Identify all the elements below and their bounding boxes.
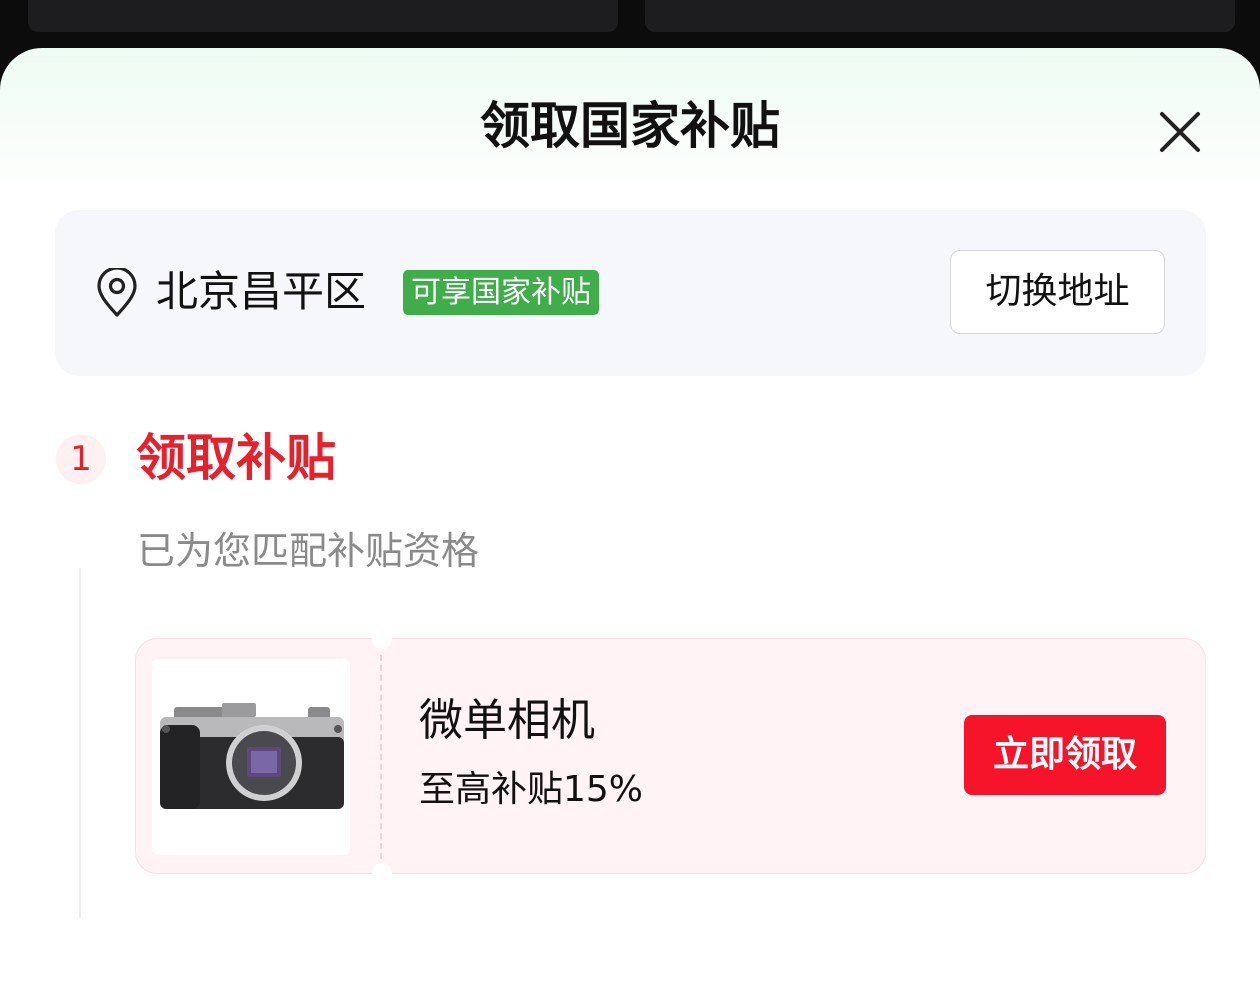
close-icon[interactable] xyxy=(1154,106,1206,158)
map-pin-icon xyxy=(95,266,139,318)
subsidy-rate-text: 至高补贴15% xyxy=(419,769,644,810)
dashed-divider xyxy=(380,655,382,859)
step-number: 1 xyxy=(56,434,106,484)
switch-address-button[interactable]: 切换地址 xyxy=(950,250,1165,334)
card-notch xyxy=(372,629,392,649)
subsidy-sheet: 领取国家补贴 北京昌平区 可享国家补贴 切换地址 1 领取补贴 已为您匹配补贴资… xyxy=(0,48,1260,1008)
step-connector-line xyxy=(79,568,81,918)
sheet-title: 领取国家补贴 xyxy=(480,97,780,155)
background-tile xyxy=(645,0,1235,32)
address-text: 北京昌平区 xyxy=(156,267,367,316)
subsidy-card: 微单相机 至高补贴15% 立即领取 xyxy=(135,629,1206,883)
subsidy-eligible-badge: 可享国家补贴 xyxy=(403,270,599,315)
step-title: 领取补贴 xyxy=(136,429,336,487)
product-name: 微单相机 xyxy=(419,695,595,746)
claim-now-button[interactable]: 立即领取 xyxy=(964,715,1166,795)
background-tile xyxy=(28,0,618,32)
step-description: 已为您匹配补贴资格 xyxy=(137,529,480,573)
card-notch xyxy=(372,863,392,883)
camera-image xyxy=(152,659,350,855)
address-card: 北京昌平区 可享国家补贴 切换地址 xyxy=(55,210,1206,376)
